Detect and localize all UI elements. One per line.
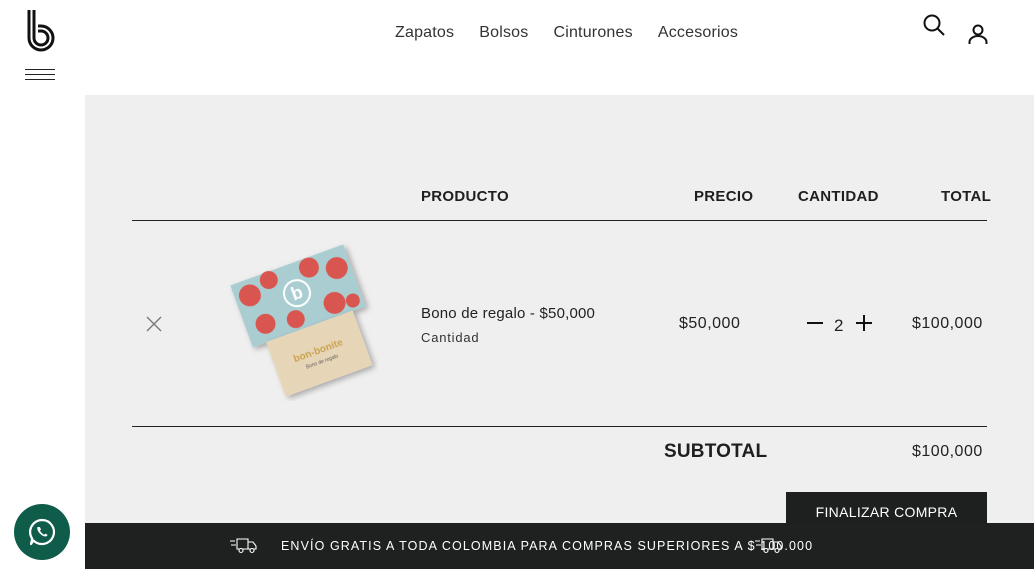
line-total: $100,000 xyxy=(912,315,983,332)
product-quantity-label: Cantidad xyxy=(421,330,480,345)
shipping-banner: ENVÍO GRATIS A TODA COLOMBIA PARA COMPRA… xyxy=(85,523,1034,569)
header-producto: PRODUCTO xyxy=(421,188,509,205)
truck-icon xyxy=(230,538,257,554)
nav-item-zapatos[interactable]: Zapatos xyxy=(395,24,454,42)
plus-icon[interactable] xyxy=(854,313,874,333)
shipping-message: ENVÍO GRATIS A TODA COLOMBIA PARA COMPRA… xyxy=(281,539,814,553)
search-icon[interactable] xyxy=(922,13,946,37)
header-total: TOTAL xyxy=(941,188,992,205)
product-name[interactable]: Bono de regalo - $50,000 xyxy=(421,305,595,322)
subtotal-value: $100,000 xyxy=(912,443,983,460)
quantity-value[interactable]: 2 xyxy=(834,316,843,336)
whatsapp-button[interactable] xyxy=(14,504,70,560)
nav-item-cinturones[interactable]: Cinturones xyxy=(553,24,632,42)
divider xyxy=(132,426,987,427)
subtotal-label: SUBTOTAL xyxy=(664,441,768,462)
nav-item-bolsos[interactable]: Bolsos xyxy=(479,24,528,42)
hamburger-menu-icon[interactable] xyxy=(25,69,55,83)
brand-logo[interactable] xyxy=(26,10,56,54)
header-cantidad: CANTIDAD xyxy=(798,188,879,205)
close-icon[interactable] xyxy=(145,315,163,333)
product-price: $50,000 xyxy=(679,315,741,332)
truck-icon xyxy=(755,538,782,554)
nav-item-accesorios[interactable]: Accesorios xyxy=(658,24,738,42)
header-precio: PRECIO xyxy=(694,188,754,205)
main-nav: Zapatos Bolsos Cinturones Accesorios xyxy=(395,24,763,42)
cart-section: PRODUCTO PRECIO CANTIDAD TOTAL b bon-bon… xyxy=(85,95,1034,569)
whatsapp-icon xyxy=(29,518,56,546)
divider xyxy=(132,220,987,221)
product-image: b bon-bonite Bono de regalo xyxy=(230,244,373,397)
minus-icon[interactable] xyxy=(805,313,825,333)
user-icon[interactable] xyxy=(966,22,990,46)
